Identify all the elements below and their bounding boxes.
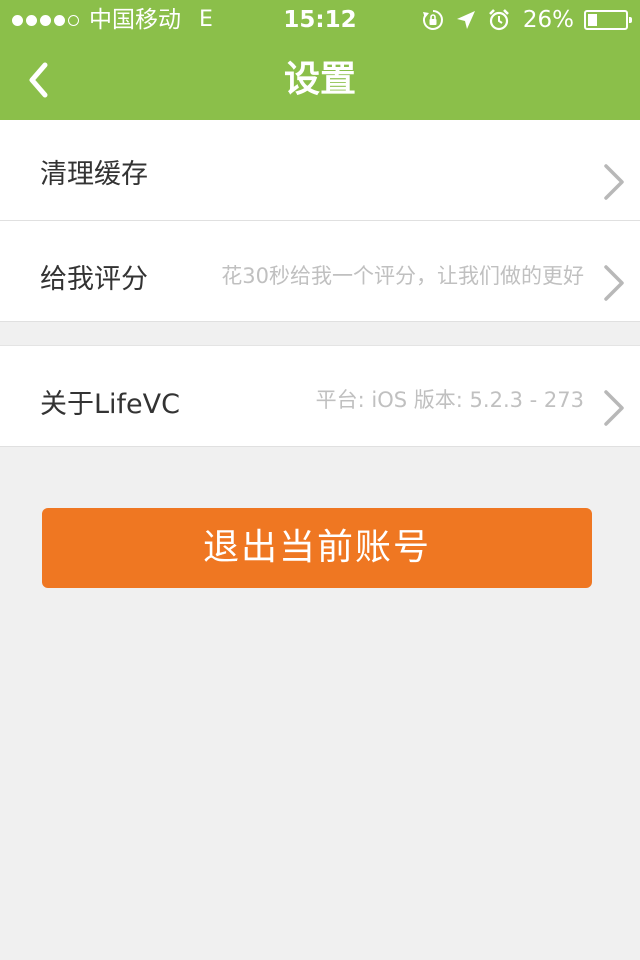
chevron-right-icon xyxy=(604,164,624,200)
alarm-clock-icon xyxy=(487,8,511,32)
page-title: 设置 xyxy=(283,59,356,100)
settings-group-about: 关于LifeVC 平台: iOS 版本: 5.2.3 - 273 xyxy=(0,345,640,447)
rate-app-row[interactable]: 给我评分 花30秒给我一个评分，让我们做的更好 xyxy=(0,221,640,322)
status-right: 26% xyxy=(421,0,632,40)
about-row[interactable]: 关于LifeVC 平台: iOS 版本: 5.2.3 - 273 xyxy=(0,346,640,447)
about-label: 关于LifeVC xyxy=(40,389,180,420)
settings-group-general: 清理缓存 给我评分 花30秒给我一个评分，让我们做的更好 xyxy=(0,120,640,322)
battery-nub xyxy=(629,17,632,23)
chevron-right-icon xyxy=(604,265,624,301)
rate-app-label: 给我评分 xyxy=(40,264,148,295)
logout-button[interactable]: 退出当前账号 xyxy=(42,508,592,588)
settings-screen: 中国移动 E 15:12 26% 设置 清理缓存 给我评分 花30秒给我一个评分… xyxy=(0,0,640,960)
battery-icon xyxy=(584,10,632,30)
version-info: 平台: iOS 版本: 5.2.3 - 273 xyxy=(315,388,584,412)
orientation-lock-icon xyxy=(421,8,445,32)
clear-cache-row[interactable]: 清理缓存 xyxy=(0,120,640,221)
chevron-right-icon xyxy=(604,390,624,426)
battery-percent: 26% xyxy=(522,7,574,33)
battery-fill xyxy=(588,14,597,26)
clear-cache-label: 清理缓存 xyxy=(40,159,148,190)
location-arrow-icon xyxy=(455,9,477,31)
navigation-bar: 设置 xyxy=(0,40,640,120)
status-bar: 中国移动 E 15:12 26% xyxy=(0,0,640,40)
rate-app-hint: 花30秒给我一个评分，让我们做的更好 xyxy=(221,264,584,288)
